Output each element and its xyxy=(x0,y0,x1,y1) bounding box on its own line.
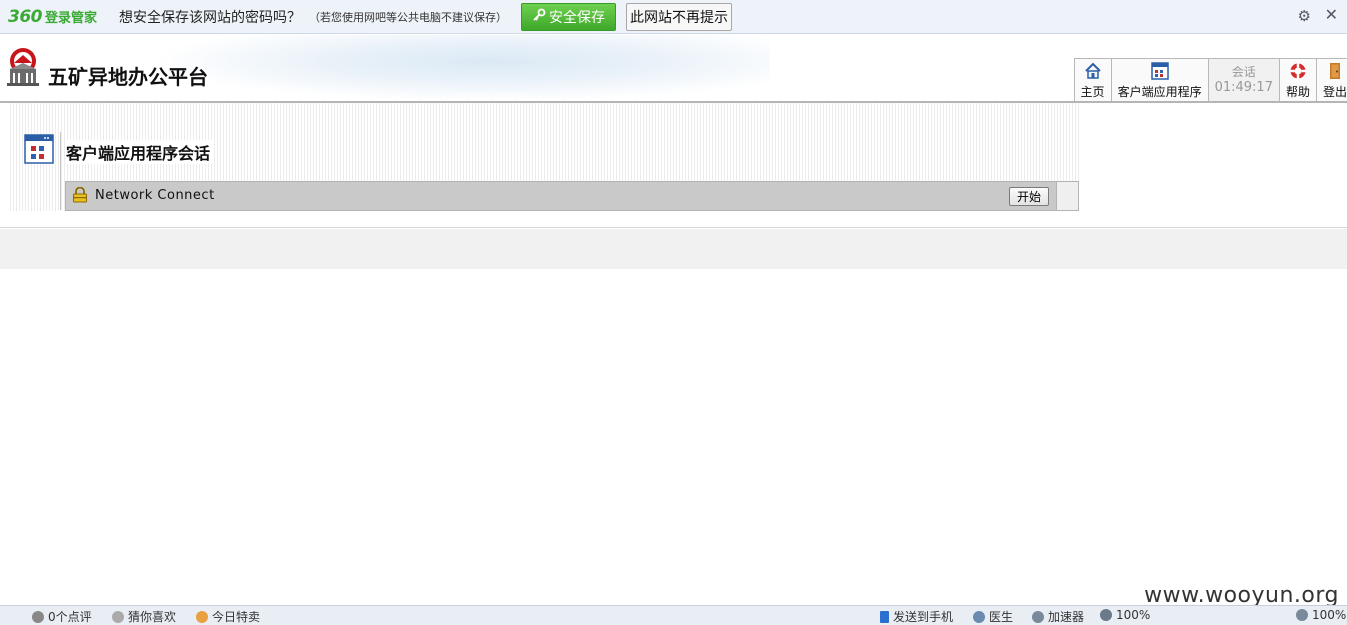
rocket-icon xyxy=(1032,610,1044,623)
save-question: 想安全保存该网站的密码吗？ xyxy=(119,9,302,26)
close-icon[interactable]: ✕ xyxy=(1325,5,1338,24)
door-icon xyxy=(1326,62,1344,80)
password-save-bar: 360 登录管家 想安全保存该网站的密码吗？ （若您使用网吧等公共电脑不建议保存… xyxy=(0,0,1347,34)
browser-status-bar: 0个点评 猜你喜欢 今日特卖 发送到手机 医生 加速器 100% 100% xyxy=(0,605,1347,625)
footer-band xyxy=(0,229,1347,269)
status-download[interactable]: 100% xyxy=(1100,608,1150,622)
nav-session-timer: 会话 01:49:17 xyxy=(1207,58,1279,101)
nav-help[interactable]: 帮助 xyxy=(1278,58,1316,101)
lock-icon xyxy=(71,186,89,203)
save-note: （若您使用网吧等公共电脑不建议保存） xyxy=(309,10,508,24)
nav-logout-label: 登出 xyxy=(1322,85,1347,99)
home-icon xyxy=(1084,62,1102,80)
content-area: 客户端应用程序会话 Network Connect 开始 xyxy=(0,103,1347,228)
site-header: 五矿异地办公平台 主页 客户端应用程序 会话 01:49:17 帮助 登出 xyxy=(0,35,1347,103)
brand-logo: 360 xyxy=(8,6,43,27)
status-guess-like[interactable]: 猜你喜欢 xyxy=(112,608,176,625)
app-name[interactable]: Network Connect xyxy=(95,188,215,203)
brand-360: 360 登录管家 xyxy=(8,7,97,27)
header-nav: 主页 客户端应用程序 会话 01:49:17 帮助 登出 xyxy=(1073,58,1347,101)
nav-client-apps-label: 客户端应用程序 xyxy=(1117,85,1202,99)
status-accelerator[interactable]: 加速器 xyxy=(1032,608,1084,625)
header-background xyxy=(150,35,770,101)
status-reviews[interactable]: 0个点评 xyxy=(32,608,92,625)
deal-icon xyxy=(196,610,208,623)
nav-home-label: 主页 xyxy=(1080,85,1105,99)
status-zoom[interactable]: 100% xyxy=(1296,608,1346,622)
section-divider xyxy=(60,132,61,210)
zoom-icon xyxy=(1296,609,1308,621)
nav-home[interactable]: 主页 xyxy=(1073,58,1111,101)
secure-save-label: 安全保存 xyxy=(549,9,606,26)
brand-subtitle: 登录管家 xyxy=(45,10,98,26)
nav-client-apps[interactable]: 客户端应用程序 xyxy=(1110,58,1208,101)
app-row-network-connect: Network Connect 开始 xyxy=(65,181,1079,211)
secure-save-button[interactable]: 安全保存 xyxy=(521,2,617,31)
start-button[interactable]: 开始 xyxy=(1009,187,1049,206)
heart-icon xyxy=(112,610,124,623)
doctor-icon xyxy=(973,610,985,623)
section-title: 客户端应用程序会话 xyxy=(66,140,215,164)
company-logo-icon xyxy=(4,47,42,87)
download-icon xyxy=(1100,609,1112,621)
session-time: 01:49:17 xyxy=(1214,80,1273,95)
app-window-icon xyxy=(24,134,54,164)
status-daily-deals[interactable]: 今日特卖 xyxy=(196,608,260,625)
nav-help-label: 帮助 xyxy=(1285,85,1310,99)
phone-icon xyxy=(880,610,889,623)
gear-icon[interactable]: ⚙ xyxy=(1298,7,1311,25)
never-remind-button[interactable]: 此网站不再提示 xyxy=(626,2,733,31)
status-send-to-phone[interactable]: 发送到手机 xyxy=(880,608,953,625)
session-label: 会话 xyxy=(1231,65,1256,79)
key-icon xyxy=(532,8,546,26)
nav-logout[interactable]: 登出 xyxy=(1315,58,1347,101)
status-doctor[interactable]: 医生 xyxy=(973,608,1013,625)
site-title: 五矿异地办公平台 xyxy=(48,65,208,89)
app-window-icon xyxy=(1150,62,1169,80)
comment-icon xyxy=(32,610,44,623)
lifebuoy-icon xyxy=(1289,62,1307,80)
row-end-cap xyxy=(1056,182,1078,210)
